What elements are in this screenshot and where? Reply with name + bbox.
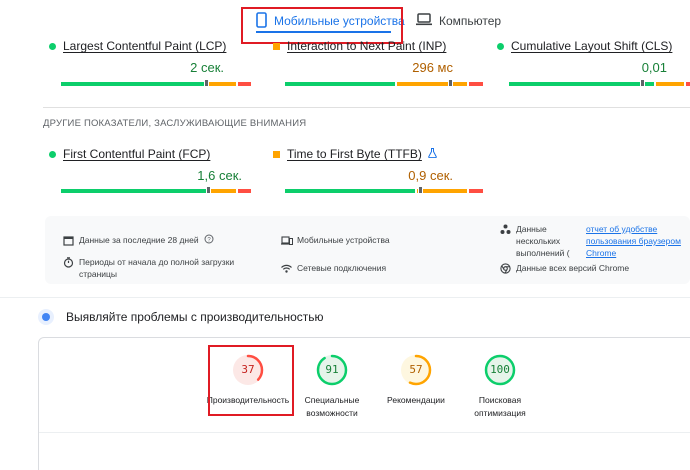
p75-marker: [418, 186, 423, 194]
metric-value: 2 сек.: [190, 60, 224, 75]
metric-value: 1,6 сек.: [197, 168, 242, 183]
crux-report-link[interactable]: отчет об удобстве пользования браузером …: [586, 223, 690, 259]
card-divider: [39, 432, 690, 433]
score-label-seo: Поисковая оптимизация: [474, 395, 526, 418]
distribution-bar: [509, 82, 690, 86]
metric-value: 0,9 сек.: [408, 168, 453, 183]
calendar-icon: [63, 235, 74, 246]
score-gauge-accessibility[interactable]: 91: [316, 354, 348, 386]
highlight-box-performance: [208, 345, 294, 416]
p75-marker: [204, 79, 209, 87]
metric-value: 0,01: [641, 60, 667, 75]
score-label-accessibility: Специальные возможности: [304, 395, 360, 418]
data-info-panel: Данные за последние 28 дней ? Периоды от…: [45, 216, 690, 284]
metric-fcp: First Contentful Paint (FCP) 1,6 сек.: [49, 147, 257, 199]
network-info: Сетевые подключения: [281, 262, 386, 274]
chrome-icon: [500, 263, 511, 274]
section-divider: [0, 297, 690, 298]
average-status-icon: [273, 42, 280, 50]
good-status-icon: [49, 42, 56, 50]
score-value: 91: [325, 363, 339, 376]
metric-name[interactable]: Largest Contentful Paint (LCP): [63, 39, 226, 53]
metric-name[interactable]: Time to First Byte (TTFB): [287, 147, 422, 161]
score-value: 57: [409, 363, 423, 376]
diagnose-icon: [38, 309, 54, 325]
distribution-bar: [61, 189, 253, 193]
score-gauge-seo[interactable]: 100: [484, 354, 516, 386]
laptop-icon: [416, 13, 432, 29]
metric-name[interactable]: Cumulative Layout Shift (CLS): [511, 39, 672, 53]
metric-lcp: Largest Contentful Paint (LCP) 2 сек.: [49, 39, 257, 91]
period-info: Данные за последние 28 дней ?: [63, 234, 214, 247]
chrome-versions-info: Данные всех версий Chrome: [500, 262, 629, 274]
metric-value: 296 мс: [412, 60, 453, 75]
full-load-info: Периоды от начала до полной загрузки стр…: [63, 256, 248, 280]
distribution-bar: [285, 189, 485, 193]
score-label-best-practices: Рекомендации: [387, 395, 445, 405]
flask-icon[interactable]: [428, 147, 437, 161]
tab-desktop[interactable]: Компьютер: [416, 10, 501, 32]
p75-marker: [640, 79, 645, 87]
other-metrics-heading: ДРУГИЕ ПОКАЗАТЕЛИ, ЗАСЛУЖИВАЮЩИЕ ВНИМАНИ…: [43, 118, 307, 129]
average-status-icon: [273, 150, 280, 158]
divider: [43, 107, 690, 108]
good-status-icon: [497, 42, 504, 50]
metric-name[interactable]: Interaction to Next Paint (INP): [287, 39, 446, 53]
good-status-icon: [49, 150, 56, 158]
samples-icon: [500, 224, 511, 235]
score-value: 100: [490, 363, 510, 376]
diagnose-heading: Выявляйте проблемы с производительностью: [66, 310, 324, 324]
score-gauge-best-practices[interactable]: 57: [400, 354, 432, 386]
p75-marker: [448, 79, 453, 87]
distribution-bar: [61, 82, 253, 86]
metric-ttfb: Time to First Byte (TTFB) 0,9 сек.: [273, 147, 483, 199]
metric-inp: Interaction to Next Paint (INP) 296 мс: [273, 39, 483, 91]
devices-info: Мобильные устройства: [281, 234, 390, 246]
p75-marker: [206, 186, 211, 194]
samples-info: Данные нескольких выполнений (: [500, 223, 570, 259]
timer-icon: [63, 257, 74, 268]
metric-name[interactable]: First Contentful Paint (FCP): [63, 147, 210, 161]
help-icon[interactable]: ?: [204, 234, 214, 247]
wifi-icon: [281, 263, 292, 274]
tab-desktop-label: Компьютер: [439, 14, 502, 28]
metric-cls: Cumulative Layout Shift (CLS) 0,01: [497, 39, 690, 91]
devices-icon: [281, 235, 293, 246]
distribution-bar: [285, 82, 485, 86]
